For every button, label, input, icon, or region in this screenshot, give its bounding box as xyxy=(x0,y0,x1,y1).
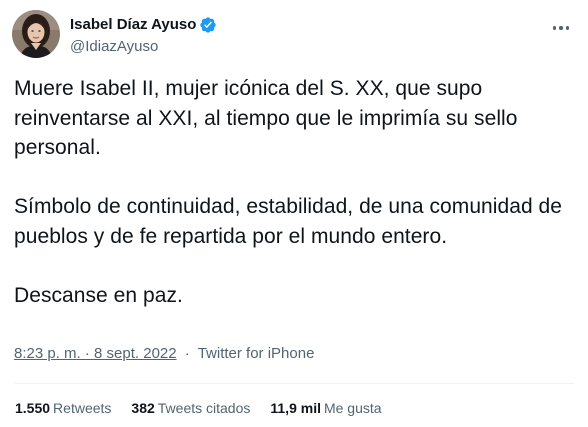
retweets-label: Retweets xyxy=(53,400,112,416)
tweet-paragraph: Descanse en paz. xyxy=(14,283,183,307)
meta-separator: · xyxy=(184,345,190,362)
tweet-paragraph: Símbolo de continuidad, estabilidad, de … xyxy=(14,195,563,248)
tweet-stats: 1.550 Retweets 382 Tweets citados 11,9 mil… xyxy=(15,398,402,418)
tweet-text: Muere Isabel II, mujer icónica del S. XX… xyxy=(14,74,574,310)
tweet-paragraph: Muere Isabel II, mujer icónica del S. XX… xyxy=(14,77,518,159)
divider xyxy=(14,383,574,384)
author-name[interactable]: Isabel Díaz Ayuso xyxy=(70,16,196,33)
retweets-stat[interactable]: 1.550 Retweets xyxy=(15,398,111,418)
retweets-count: 1.550 xyxy=(15,400,51,416)
likes-stat[interactable]: 11,9 mil Me gusta xyxy=(270,398,381,418)
avatar-image xyxy=(12,10,60,58)
tweet-header: Isabel Díaz Ayuso @IdiazAyuso xyxy=(12,9,217,59)
author-info: Isabel Díaz Ayuso @IdiazAyuso xyxy=(70,14,217,55)
likes-count: 11,9 mil xyxy=(270,400,321,416)
tweet-card: Isabel Díaz Ayuso @IdiazAyuso Muere Isab… xyxy=(0,0,588,427)
verified-badge-icon xyxy=(199,16,217,34)
tweet-meta: 8:23 p. m. · 8 sept. 2022 · Twitter for … xyxy=(14,344,314,364)
name-row: Isabel Díaz Ayuso xyxy=(70,14,217,36)
more-options-icon[interactable] xyxy=(548,18,574,38)
quotes-count: 382 xyxy=(131,400,155,416)
avatar[interactable] xyxy=(12,10,60,58)
author-handle[interactable]: @IdiazAyuso xyxy=(70,38,217,55)
quotes-stat[interactable]: 382 Tweets citados xyxy=(131,398,250,418)
likes-label: Me gusta xyxy=(323,400,382,416)
tweet-source[interactable]: Twitter for iPhone xyxy=(198,345,315,362)
quotes-label: Tweets citados xyxy=(157,400,251,416)
tweet-timestamp[interactable]: 8:23 p. m. · 8 sept. 2022 xyxy=(14,345,177,362)
